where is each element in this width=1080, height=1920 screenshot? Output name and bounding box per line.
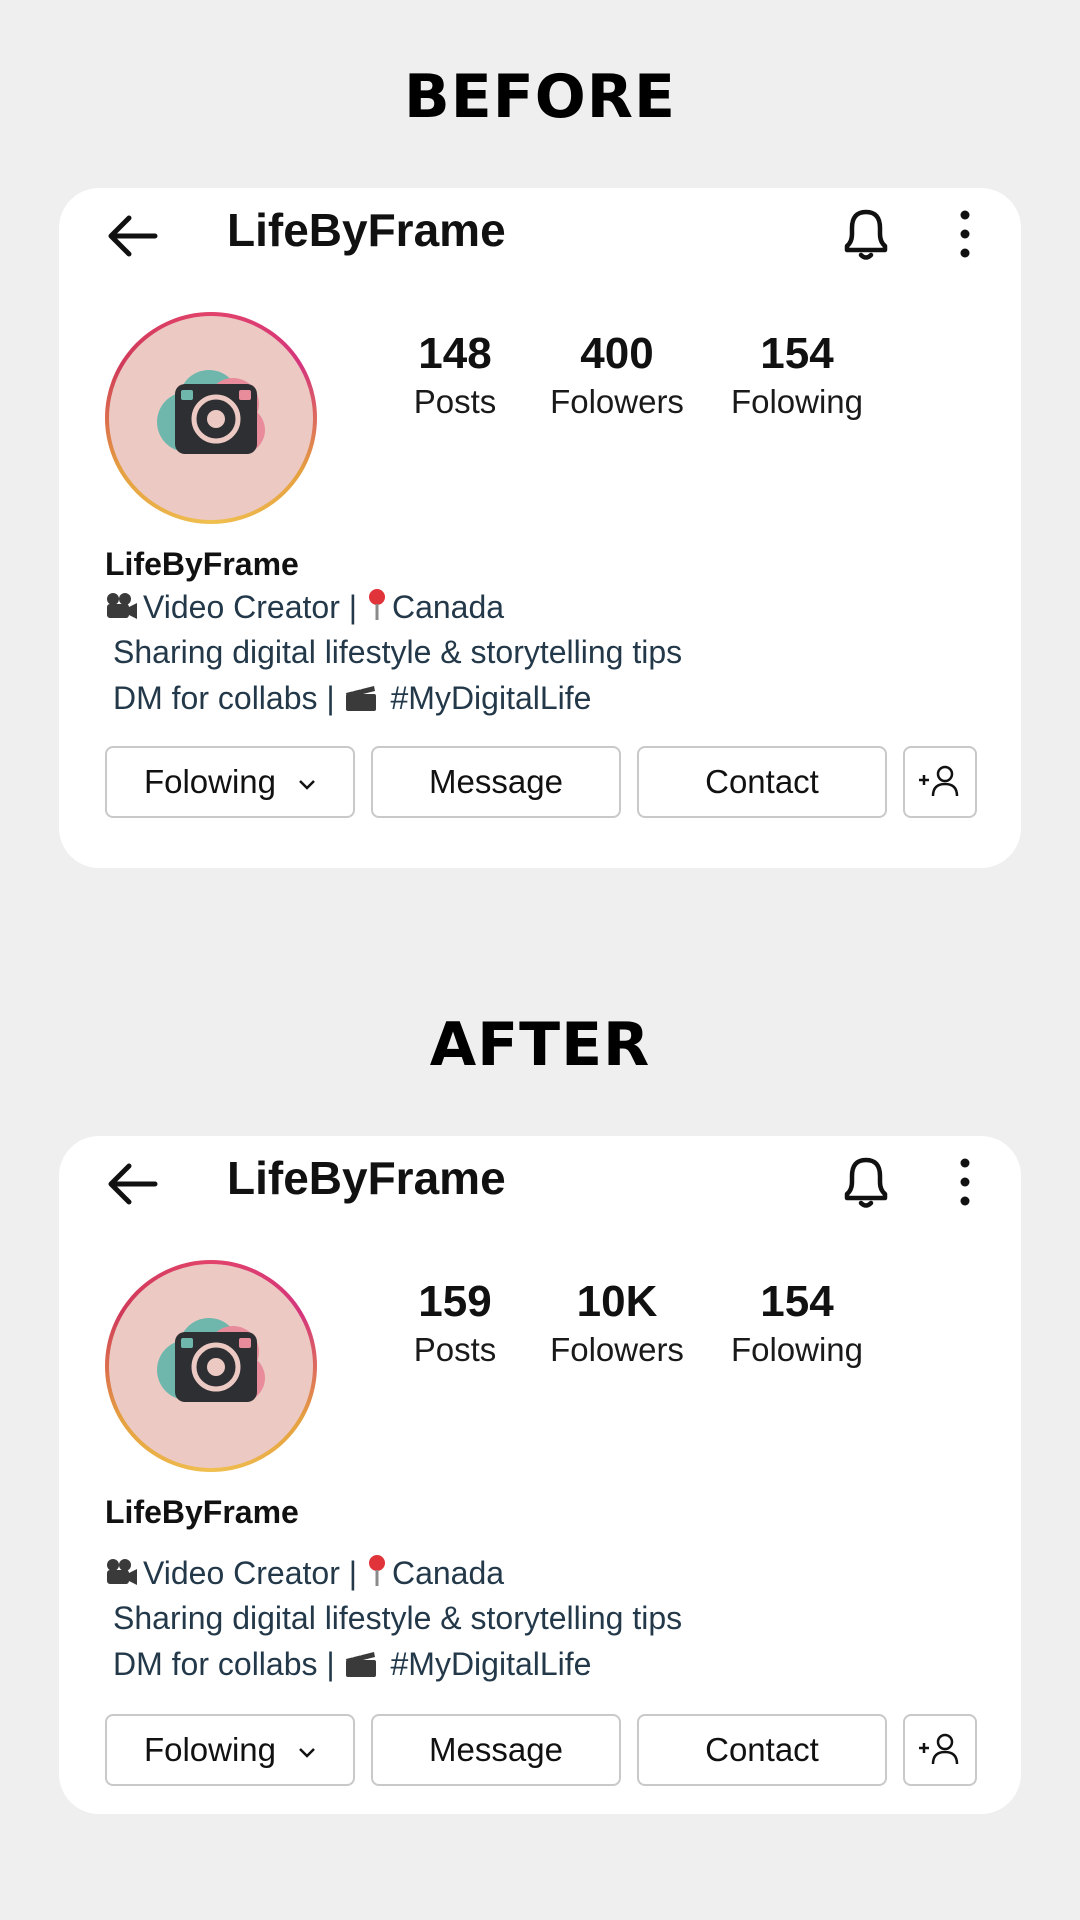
profile-card-before: LifeByFrame 148 Posts 400 Folowers 154 F…	[59, 188, 1021, 868]
posts-label: Posts	[413, 1331, 497, 1368]
following-button-label: Folowing	[143, 1731, 277, 1768]
following-stat[interactable]: 154 Folowing	[699, 328, 895, 424]
posts-stat[interactable]: 159 Posts	[377, 1276, 533, 1372]
following-count: 154	[760, 329, 834, 378]
bio-role: Video Creator |	[143, 589, 366, 625]
profile-handle: LifeByFrame	[227, 1152, 506, 1204]
following-label: Folowing	[730, 383, 864, 420]
chevron-down-icon	[299, 1748, 315, 1758]
chevron-down-icon	[299, 780, 315, 790]
bio-role: Video Creator |	[143, 1555, 366, 1591]
message-button[interactable]: Message	[371, 746, 621, 818]
avatar-image	[109, 1264, 313, 1468]
arrow-left-icon[interactable]	[103, 206, 163, 266]
add-user-icon	[919, 1733, 959, 1765]
pin-icon	[368, 589, 385, 620]
bio-hashtag[interactable]: #MyDigitalLife	[382, 680, 591, 716]
following-button[interactable]: Folowing	[105, 746, 355, 818]
followers-label: Folowers	[550, 1331, 684, 1368]
clapperboard-icon	[345, 1650, 376, 1677]
add-user-button[interactable]	[903, 1714, 977, 1786]
bio-line-2: Sharing digital lifestyle & storytelling…	[113, 634, 683, 670]
bio-location: Canada	[391, 1555, 505, 1591]
followers-label: Folowers	[550, 383, 684, 420]
followers-stat[interactable]: 400 Folowers	[519, 328, 715, 424]
video-camera-icon	[107, 593, 137, 619]
bio-dm-text: DM for collabs |	[113, 680, 344, 716]
bio-line-2: Sharing digital lifestyle & storytelling…	[113, 1600, 683, 1636]
posts-stat[interactable]: 148 Posts	[377, 328, 533, 424]
following-button[interactable]: Folowing	[105, 1714, 355, 1786]
bio-hashtag[interactable]: #MyDigitalLife	[382, 1646, 591, 1682]
following-stat[interactable]: 154 Folowing	[699, 1276, 895, 1372]
before-section-title: BEFORE	[404, 62, 676, 132]
bio-line-1: Video Creator | Canada	[105, 588, 504, 626]
add-user-icon	[919, 765, 959, 797]
profile-handle: LifeByFrame	[227, 204, 506, 256]
bio-line-3: DM for collabs | #MyDigitalLife	[113, 680, 591, 717]
more-vertical-icon[interactable]	[954, 1156, 976, 1208]
message-button[interactable]: Message	[371, 1714, 621, 1786]
posts-count: 148	[418, 329, 492, 378]
followers-count: 400	[580, 329, 654, 378]
camera-icon	[157, 1318, 265, 1402]
bio-name: LifeByFrame	[105, 546, 299, 582]
bio-line-1: Video Creator | Canada	[105, 1554, 504, 1592]
video-camera-icon	[107, 1559, 137, 1585]
contact-button[interactable]: Contact	[637, 746, 887, 818]
posts-label: Posts	[413, 383, 497, 420]
after-section-title: AFTER	[429, 1010, 651, 1080]
bell-icon[interactable]	[839, 204, 893, 264]
clapperboard-icon	[345, 684, 376, 711]
avatar[interactable]	[105, 312, 317, 524]
bio-line-3: DM for collabs | #MyDigitalLife	[113, 1646, 591, 1683]
pin-icon	[368, 1555, 385, 1586]
avatar-image	[109, 316, 313, 520]
add-user-button[interactable]	[903, 746, 977, 818]
more-vertical-icon[interactable]	[954, 208, 976, 260]
arrow-left-icon[interactable]	[103, 1154, 163, 1214]
bio-name: LifeByFrame	[105, 1494, 299, 1530]
bio-dm-text: DM for collabs |	[113, 1646, 344, 1682]
avatar[interactable]	[105, 1260, 317, 1472]
followers-stat[interactable]: 10K Folowers	[519, 1276, 715, 1372]
following-count: 154	[760, 1277, 834, 1326]
following-button-label: Folowing	[143, 763, 277, 800]
camera-icon	[157, 370, 265, 454]
bio-location: Canada	[391, 589, 505, 625]
bell-icon[interactable]	[839, 1152, 893, 1212]
posts-count: 159	[418, 1277, 492, 1326]
contact-button[interactable]: Contact	[637, 1714, 887, 1786]
following-label: Folowing	[730, 1331, 864, 1368]
followers-count: 10K	[576, 1277, 658, 1326]
profile-card-after: LifeByFrame 159 Posts 10K Folowers 154 F…	[59, 1136, 1021, 1814]
